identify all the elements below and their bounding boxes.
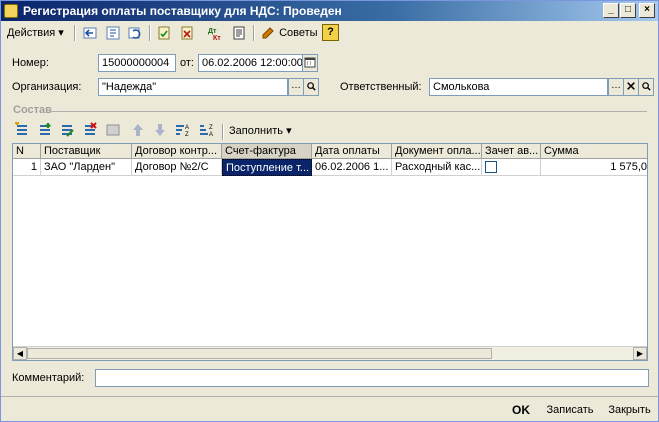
date-field[interactable]: 06.02.2006 12:00:00 xyxy=(198,54,303,72)
search-icon[interactable] xyxy=(303,78,319,96)
close-button[interactable]: Закрыть xyxy=(602,401,657,419)
svg-text:Дт: Дт xyxy=(208,28,217,35)
column-header[interactable]: Поставщик xyxy=(41,144,132,159)
section-divider xyxy=(49,111,647,112)
copy-row-icon[interactable] xyxy=(36,121,54,139)
table-cell[interactable]: 1 xyxy=(13,159,41,176)
ok-button[interactable]: OK xyxy=(506,401,536,419)
post-icon[interactable] xyxy=(155,24,173,42)
horizontal-scrollbar[interactable]: ◀ ▶ xyxy=(13,346,647,360)
scroll-thumb[interactable] xyxy=(27,348,492,359)
toolbar: Действия ▾ Дт Кт Советы ? xyxy=(1,22,658,44)
back-icon[interactable] xyxy=(81,24,99,42)
toolbar-separator xyxy=(149,25,151,41)
table-cell[interactable]: 1 575,0 xyxy=(541,159,647,176)
structure-icon[interactable] xyxy=(104,24,122,42)
scroll-left-icon[interactable]: ◀ xyxy=(13,347,27,360)
table-cell[interactable]: 06.02.2006 1... xyxy=(312,159,392,176)
sort-ascending-icon[interactable]: AZ xyxy=(174,121,192,139)
chevron-down-icon: ▾ xyxy=(286,125,292,137)
toolbar-separator xyxy=(253,25,255,41)
actions-label: Действия xyxy=(7,27,56,39)
section-title: Состав xyxy=(13,104,52,116)
column-header[interactable]: Сумма xyxy=(541,144,647,159)
organization-select-button[interactable]: … xyxy=(288,78,304,96)
column-header[interactable]: Договор контр... xyxy=(132,144,222,159)
move-up-icon[interactable] xyxy=(129,121,147,139)
column-header[interactable]: Дата оплаты xyxy=(312,144,392,159)
search-icon[interactable] xyxy=(638,78,654,96)
svg-text:A: A xyxy=(209,132,213,138)
column-header[interactable]: N xyxy=(13,144,41,159)
date-label: от: xyxy=(180,57,194,69)
calendar-icon[interactable] xyxy=(302,54,318,72)
chevron-down-icon: ▾ xyxy=(58,27,64,39)
tips-icon xyxy=(262,27,274,39)
table-cell[interactable]: Расходный кас... xyxy=(392,159,482,176)
clear-icon[interactable] xyxy=(623,78,639,96)
number-label: Номер: xyxy=(12,57,49,69)
refresh-icon[interactable] xyxy=(126,24,144,42)
report-icon[interactable] xyxy=(230,24,248,42)
table-cell[interactable]: ЗАО "Ларден" xyxy=(41,159,132,176)
responsible-select-button[interactable]: … xyxy=(608,78,624,96)
advance-offset-checkbox[interactable] xyxy=(485,161,497,173)
fill-label: Заполнить xyxy=(229,125,284,137)
dt-kt-icon[interactable]: Дт Кт xyxy=(206,24,224,42)
bottom-bar: OK Записать Закрыть xyxy=(1,396,658,421)
tips-label: Советы xyxy=(279,27,318,39)
row-properties-icon xyxy=(104,121,122,139)
document-window: Регистрация оплаты поставщику для НДС: П… xyxy=(0,0,659,422)
app-icon xyxy=(4,4,18,18)
minimize-button[interactable]: _ xyxy=(603,3,619,18)
help-button[interactable]: ? xyxy=(322,24,339,41)
table-cell[interactable]: Договор №2/С xyxy=(132,159,222,176)
fill-menu[interactable]: Заполнить ▾ xyxy=(229,121,292,141)
close-window-button[interactable]: × xyxy=(639,3,655,18)
table-cell[interactable] xyxy=(482,159,541,176)
column-header[interactable]: Документ опла... xyxy=(392,144,482,159)
scroll-right-icon[interactable]: ▶ xyxy=(633,347,647,360)
move-down-icon[interactable] xyxy=(151,121,169,139)
comment-label: Комментарий: xyxy=(12,372,85,384)
edit-row-icon[interactable] xyxy=(58,121,76,139)
comment-field[interactable] xyxy=(95,369,649,387)
organization-field[interactable]: "Надежда" xyxy=(98,78,288,96)
toolbar-separator xyxy=(74,25,76,41)
sort-descending-icon[interactable]: ZA xyxy=(198,121,216,139)
organization-label: Организация: xyxy=(12,81,82,93)
toolbar-separator xyxy=(222,124,224,140)
maximize-button[interactable]: □ xyxy=(620,3,636,18)
payments-table[interactable]: N Поставщик Договор контр... Счет-фактур… xyxy=(12,143,648,361)
actions-menu[interactable]: Действия ▾ xyxy=(7,23,64,43)
save-button[interactable]: Записать xyxy=(542,401,598,419)
svg-text:Z: Z xyxy=(209,125,213,131)
svg-text:Z: Z xyxy=(185,132,189,138)
title-bar[interactable]: Регистрация оплаты поставщику для НДС: П… xyxy=(1,1,658,21)
add-row-icon[interactable] xyxy=(13,121,31,139)
column-header[interactable]: Зачет ав... xyxy=(482,144,541,159)
column-header[interactable]: Счет-фактура xyxy=(222,144,312,159)
svg-text:Кт: Кт xyxy=(213,35,221,41)
number-field[interactable]: 15000000004 xyxy=(98,54,176,72)
responsible-label: Ответственный: xyxy=(340,81,422,93)
delete-row-icon[interactable] xyxy=(81,121,99,139)
table-cell-selected[interactable]: Поступление т... xyxy=(222,159,312,176)
svg-text:A: A xyxy=(185,125,189,131)
window-title: Регистрация оплаты поставщику для НДС: П… xyxy=(23,4,342,18)
tips-button[interactable]: Советы xyxy=(260,23,318,43)
unpost-icon[interactable] xyxy=(178,24,196,42)
responsible-field[interactable]: Смолькова xyxy=(429,78,608,96)
